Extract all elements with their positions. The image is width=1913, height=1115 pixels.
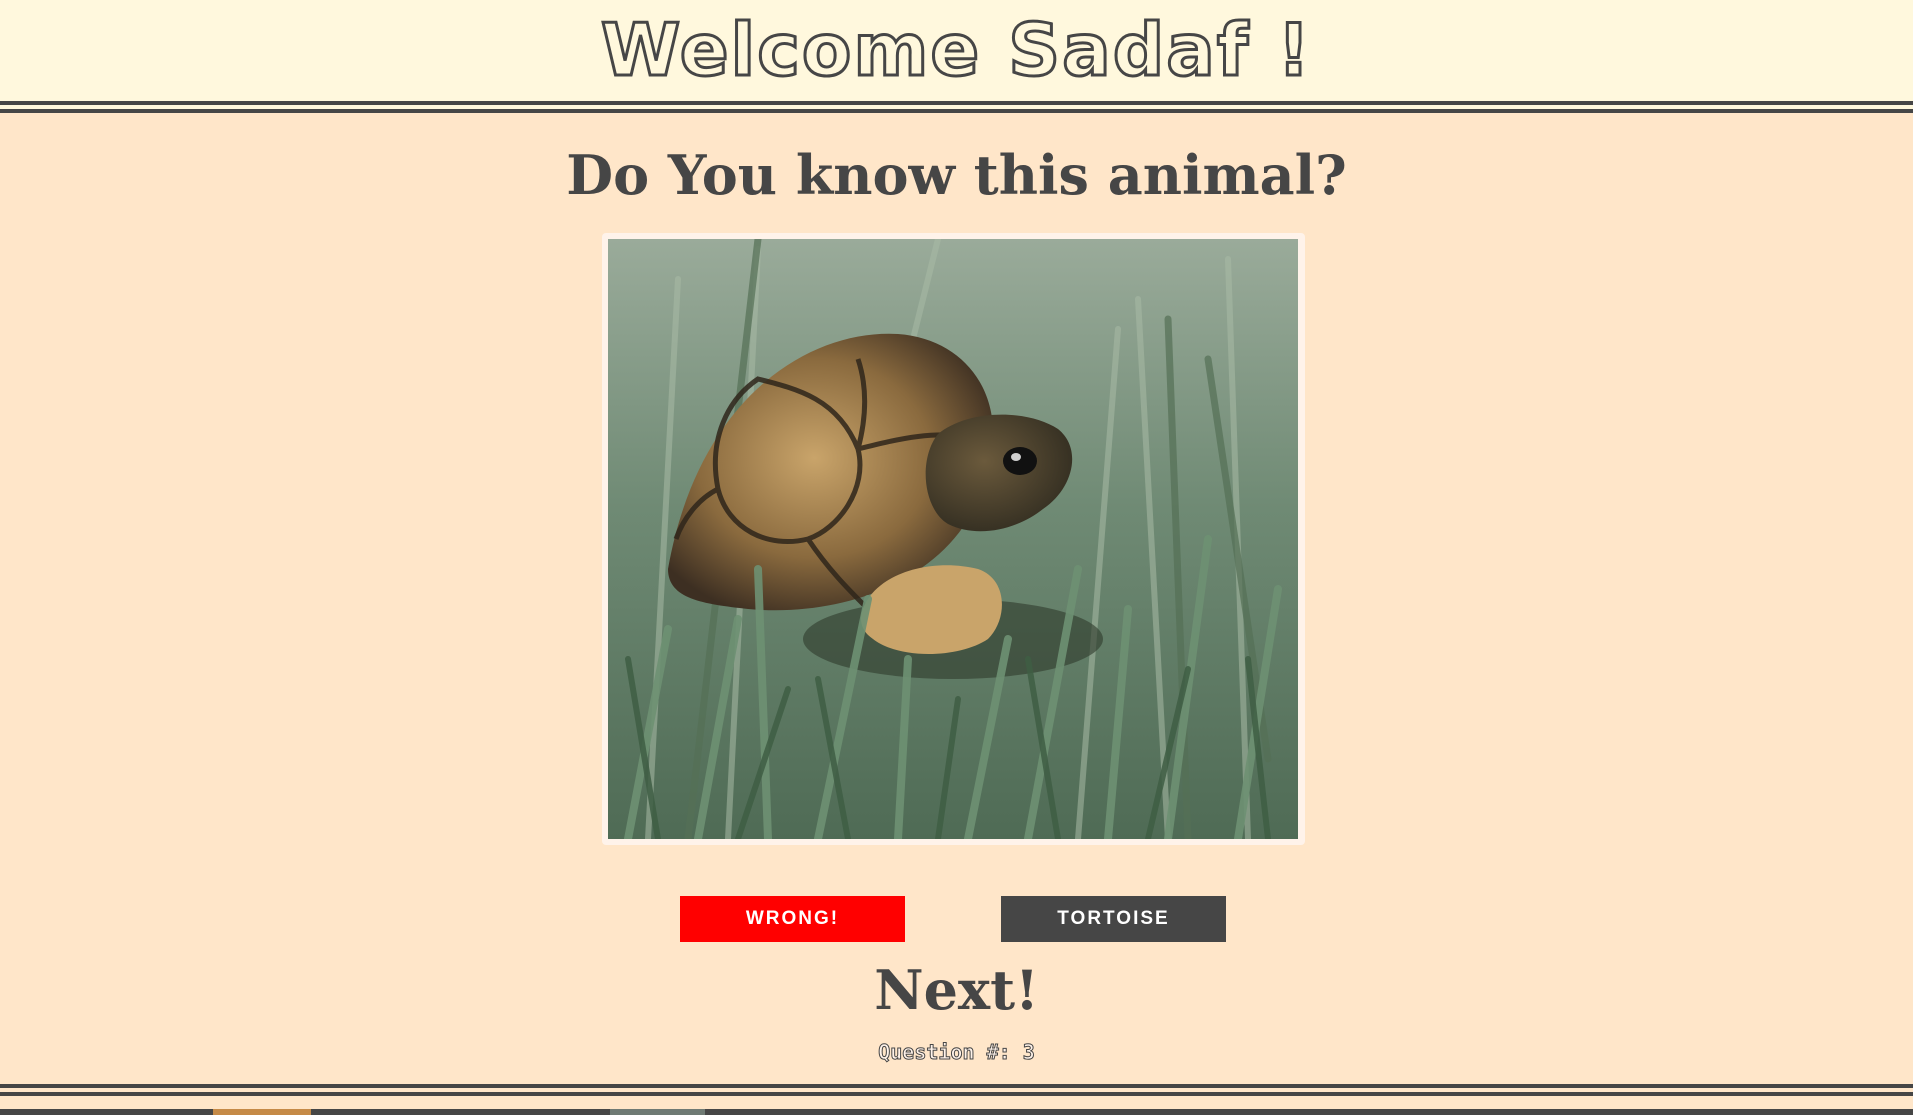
site-header: Welcome Sadaf ! xyxy=(0,0,1913,101)
header-divider xyxy=(0,101,1913,113)
answer-button-tortoise[interactable]: TORTOISE xyxy=(1001,896,1226,942)
footer-divider xyxy=(0,1084,1913,1096)
question-counter: Question #: 3 xyxy=(878,1040,1036,1065)
welcome-title: Welcome Sadaf ! xyxy=(599,8,1313,92)
footer-strip xyxy=(0,1109,1913,1115)
animal-photo-frame xyxy=(602,233,1305,845)
footer-accent xyxy=(610,1109,705,1115)
answer-button-wrong[interactable]: WRONG! xyxy=(680,896,905,942)
next-button[interactable]: Next! xyxy=(0,955,1913,1025)
animal-photo xyxy=(608,239,1298,839)
footer-accent xyxy=(213,1109,311,1115)
quiz-question: Do You know this animal? xyxy=(566,143,1347,207)
